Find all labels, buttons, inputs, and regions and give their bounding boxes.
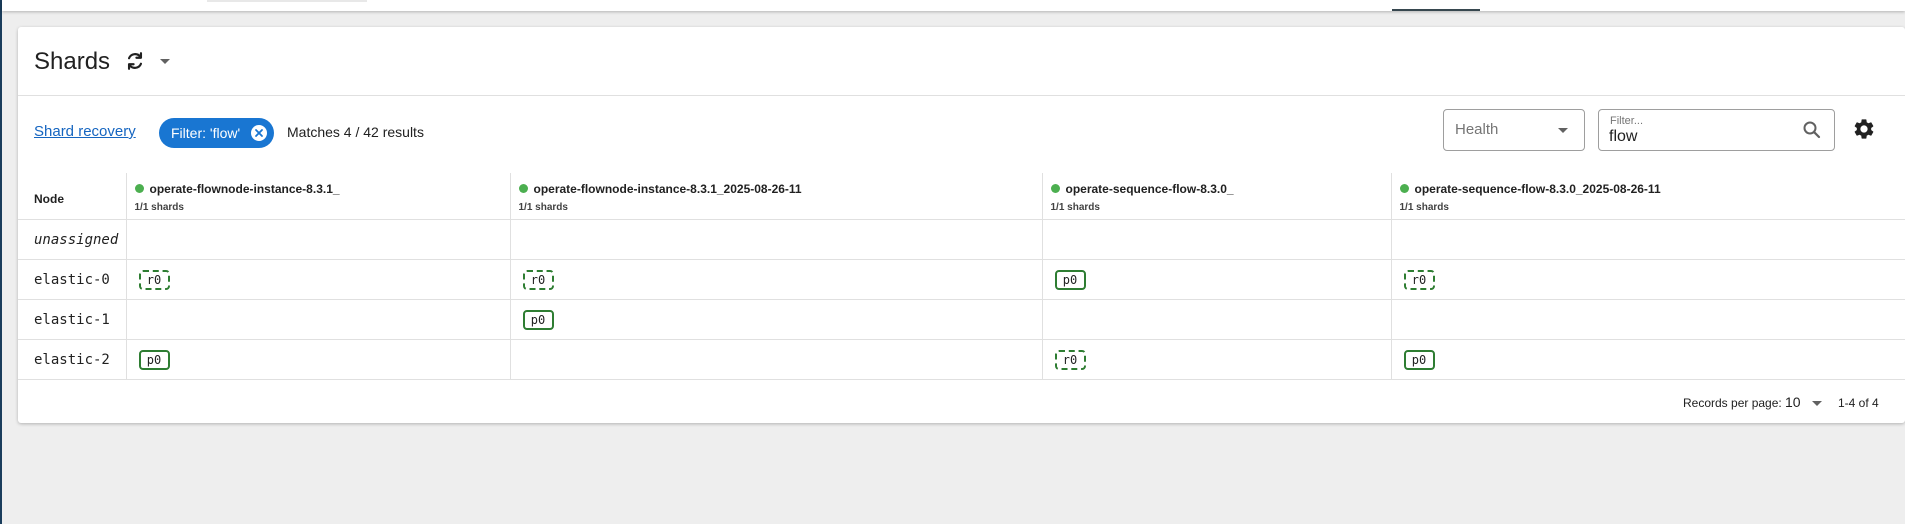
table-row: elastic-0 r0 r0 p0 r0 bbox=[18, 259, 1905, 300]
records-per-page-select[interactable]: 10 bbox=[1785, 394, 1801, 410]
filter-field[interactable]: Filter... bbox=[1598, 109, 1835, 151]
index-name: operate-flownode-instance-8.3.1_ bbox=[149, 181, 340, 196]
chevron-down-icon[interactable] bbox=[157, 53, 173, 69]
page-title: Shards bbox=[34, 48, 111, 75]
shards-table: Node operate-flownode-instance-8.3.1_ 1/… bbox=[18, 173, 1905, 380]
filter-chip-label: Filter: 'flow' bbox=[171, 125, 241, 141]
health-status-dot bbox=[1050, 184, 1060, 193]
health-select-value: Health bbox=[1455, 121, 1499, 138]
shard-cell bbox=[510, 219, 1043, 260]
table-row: elastic-2 p0 r0 p0 bbox=[18, 339, 1905, 380]
close-circle-icon[interactable] bbox=[250, 124, 268, 142]
node-name: elastic-2 bbox=[18, 339, 127, 380]
health-status-dot bbox=[518, 184, 528, 193]
gear-icon[interactable] bbox=[1852, 117, 1876, 141]
shard-cell bbox=[1042, 219, 1392, 260]
filter-input[interactable] bbox=[1609, 127, 1789, 147]
shard-cell bbox=[1391, 219, 1905, 260]
records-per-page-label: Records per page: bbox=[1683, 396, 1782, 410]
primary-shard-badge[interactable]: p0 bbox=[1403, 349, 1435, 370]
caret-down-icon bbox=[1558, 128, 1568, 133]
index-name: operate-sequence-flow-8.3.0_ bbox=[1065, 181, 1234, 196]
shard-cell bbox=[1042, 299, 1392, 340]
replica-shard-badge[interactable]: r0 bbox=[1054, 349, 1086, 370]
shard-cell: p0 bbox=[1042, 259, 1392, 300]
index-name: operate-flownode-instance-8.3.1_2025-08-… bbox=[533, 181, 802, 196]
caret-down-icon[interactable] bbox=[1812, 401, 1822, 406]
index-column-header[interactable]: operate-flownode-instance-8.3.1_ 1/1 sha… bbox=[126, 173, 511, 220]
shard-cell bbox=[1391, 299, 1905, 340]
replica-shard-badge[interactable]: r0 bbox=[138, 269, 170, 290]
shard-recovery-link[interactable]: Shard recovery bbox=[34, 123, 136, 140]
node-column-header: Node bbox=[18, 173, 127, 220]
index-shard-count: 1/1 shards bbox=[1399, 201, 1449, 213]
index-shard-count: 1/1 shards bbox=[1050, 201, 1100, 213]
app-side-strip bbox=[0, 0, 2, 524]
filter-field-label: Filter... bbox=[1610, 115, 1644, 127]
toolbar: Shard recovery Filter: 'flow' Matches 4 … bbox=[18, 96, 1905, 172]
primary-shard-badge[interactable]: p0 bbox=[522, 309, 554, 330]
refresh-icon[interactable] bbox=[122, 48, 148, 74]
shard-cell bbox=[510, 339, 1043, 380]
match-count-text: Matches 4 / 42 results bbox=[287, 124, 424, 140]
shards-panel: Shards Shard recovery Filter: 'flow' Mat… bbox=[18, 27, 1905, 423]
shard-cell bbox=[126, 299, 511, 340]
primary-shard-badge[interactable]: p0 bbox=[1054, 269, 1086, 290]
index-shard-count: 1/1 shards bbox=[134, 201, 184, 213]
active-tab-indicator bbox=[1392, 9, 1480, 11]
index-column-header[interactable]: operate-flownode-instance-8.3.1_2025-08-… bbox=[510, 173, 1043, 220]
index-name: operate-sequence-flow-8.3.0_2025-08-26-1… bbox=[1414, 181, 1661, 196]
health-status-dot bbox=[1399, 184, 1409, 193]
replica-shard-badge[interactable]: r0 bbox=[1403, 269, 1435, 290]
shard-cell: p0 bbox=[1391, 339, 1905, 380]
table-header-row: Node operate-flownode-instance-8.3.1_ 1/… bbox=[18, 173, 1905, 220]
node-name: elastic-0 bbox=[18, 259, 127, 300]
shard-cell: p0 bbox=[510, 299, 1043, 340]
top-app-bar bbox=[2, 0, 1905, 11]
index-column-header[interactable]: operate-sequence-flow-8.3.0_2025-08-26-1… bbox=[1391, 173, 1905, 220]
shard-cell: r0 bbox=[1042, 339, 1392, 380]
shard-cell bbox=[126, 219, 511, 260]
panel-header: Shards bbox=[18, 27, 1905, 96]
primary-shard-badge[interactable]: p0 bbox=[138, 349, 170, 370]
node-name: unassigned bbox=[18, 219, 127, 260]
table-row: elastic-1 p0 bbox=[18, 299, 1905, 340]
shard-cell: r0 bbox=[126, 259, 511, 300]
pagination-bar: Records per page: 10 1-4 of 4 bbox=[18, 383, 1905, 423]
shard-cell: r0 bbox=[510, 259, 1043, 300]
shard-cell: r0 bbox=[1391, 259, 1905, 300]
table-row: unassigned bbox=[18, 219, 1905, 260]
index-column-header[interactable]: operate-sequence-flow-8.3.0_ 1/1 shards bbox=[1042, 173, 1392, 220]
index-shard-count: 1/1 shards bbox=[518, 201, 568, 213]
pagination-range: 1-4 of 4 bbox=[1838, 396, 1879, 410]
filter-chip[interactable]: Filter: 'flow' bbox=[159, 118, 275, 148]
search-icon[interactable] bbox=[1802, 120, 1822, 140]
health-status-dot bbox=[134, 184, 144, 193]
replica-shard-badge[interactable]: r0 bbox=[522, 269, 554, 290]
top-bar-search-edge bbox=[207, 0, 367, 2]
shard-cell: p0 bbox=[126, 339, 511, 380]
health-select[interactable]: Health bbox=[1443, 109, 1585, 151]
node-name: elastic-1 bbox=[18, 299, 127, 340]
